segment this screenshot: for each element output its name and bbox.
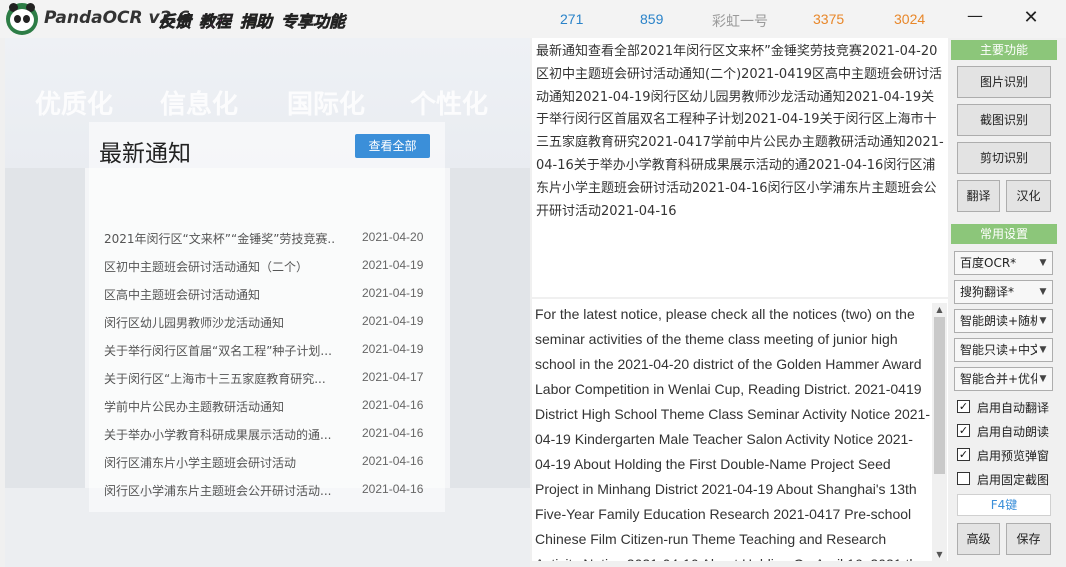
translation-scrollbar[interactable]: ▲ ▼ [932, 303, 947, 561]
settings-header: 常用设置 [951, 224, 1057, 244]
notice-item-title: 关于举办小学教育科研成果展示活动的通... [104, 428, 332, 442]
checkbox-checked: ✓ [957, 400, 970, 413]
notice-item[interactable]: 闵行区小学浦东片主题班会公开研讨活动... 2021-04-16 [104, 480, 436, 500]
stat-username: 彩虹一号 [712, 13, 768, 29]
background-slogan: 国际化 [287, 90, 366, 120]
ocr-result-text: 最新通知查看全部2021年闵行区文来杯”金锤奖劳技竞赛2021-04-20区初中… [536, 44, 944, 219]
close-button[interactable]: ✕ [1016, 6, 1046, 30]
notice-item[interactable]: 区初中主题班会研讨活动通知（二个） 2021-04-19 [104, 256, 436, 276]
chevron-down-icon: ▼ [1037, 281, 1049, 303]
notice-item-title: 关于闵行区“上海市十三五家庭教育研究... [104, 372, 326, 386]
notice-item[interactable]: 闵行区浦东片小学主题班会研讨活动 2021-04-16 [104, 452, 436, 472]
chevron-down-icon: ▼ [1037, 339, 1049, 361]
notice-item[interactable]: 关于举行闵行区首届“双名工程”种子计划... 2021-04-19 [104, 340, 436, 360]
read-mode-select[interactable]: 智能朗读+随机 ▼ [954, 309, 1053, 333]
notice-item-title: 区初中主题班会研讨活动通知（二个） [104, 260, 309, 274]
checkbox-checked: ✓ [957, 448, 970, 461]
notice-item-date: 2021-04-19 [362, 258, 424, 272]
notice-item-date: 2021-04-16 [362, 398, 424, 412]
chevron-down-icon: ▼ [1037, 310, 1049, 332]
stat-count-2: 859 [640, 11, 664, 27]
notice-item[interactable]: 学前中片公民办主题教研活动通知 2021-04-16 [104, 396, 436, 416]
image-ocr-button[interactable]: 图片识别 [957, 66, 1051, 98]
notice-item-date: 2021-04-19 [362, 342, 424, 356]
panda-logo-icon [6, 3, 38, 35]
donate-link[interactable]: 捐助 [240, 8, 273, 32]
notice-item[interactable]: 2021年闵行区“文来杯”“金锤奖”劳技竞赛... 2021-04-20 [104, 228, 436, 248]
notice-title: 最新通知 [99, 141, 191, 167]
tutorial-link[interactable]: 教程 [199, 8, 232, 32]
feedback-link[interactable]: 反馈 [159, 8, 192, 32]
title-bar: PandaOCR v2.6 反馈 教程 捐助 专享功能 271 859 彩虹一号… [0, 0, 1066, 38]
notice-item[interactable]: 关于闵行区“上海市十三五家庭教育研究... 2021-04-17 [104, 368, 436, 388]
minimize-button[interactable]: — [960, 6, 990, 30]
notice-item-date: 2021-04-16 [362, 426, 424, 440]
notice-item-date: 2021-04-20 [362, 230, 424, 244]
background-slogan: 信息化 [160, 90, 239, 120]
ocr-engine-value: 百度OCR* [960, 256, 1017, 270]
checkbox-label: 启用自动朗读 [977, 425, 1050, 439]
scroll-down-icon[interactable]: ▼ [932, 548, 947, 561]
notice-item-title: 闵行区小学浦东片主题班会公开研讨活动... [104, 484, 332, 498]
notice-item-title: 2021年闵行区“文来杯”“金锤奖”劳技竞赛... [104, 232, 334, 246]
view-all-button[interactable]: 查看全部 [355, 134, 430, 158]
chevron-down-icon: ▼ [1037, 368, 1049, 390]
checkbox-label: 启用固定截图 [977, 473, 1050, 487]
ocr-engine-select[interactable]: 百度OCR* ▼ [954, 251, 1053, 275]
clipboard-ocr-button[interactable]: 剪切识别 [957, 142, 1051, 174]
read-mode-value: 智能朗读+随机 [960, 314, 1043, 328]
stat-count-1: 271 [560, 11, 584, 27]
notice-item[interactable]: 关于举办小学教育科研成果展示活动的通... 2021-04-16 [104, 424, 436, 444]
notice-item-date: 2021-04-16 [362, 454, 424, 468]
stat-count-4: 3024 [894, 11, 926, 27]
premium-features-link[interactable]: 专享功能 [281, 8, 346, 32]
translation-text: For the latest notice, please check all … [535, 306, 931, 561]
notice-item-date: 2021-04-19 [362, 314, 424, 328]
ocr-result-textarea[interactable]: 最新通知查看全部2021年闵行区文来杯”金锤奖劳技竞赛2021-04-20区初中… [532, 38, 948, 297]
main-functions-header: 主要功能 [951, 40, 1057, 60]
checkbox-label: 启用预览弹窗 [977, 449, 1050, 463]
merge-mode-value: 智能合并+优化 [960, 372, 1043, 386]
scroll-up-icon[interactable]: ▲ [932, 303, 947, 316]
save-button[interactable]: 保存 [1006, 523, 1051, 555]
notice-item-date: 2021-04-17 [362, 370, 424, 384]
chevron-down-icon: ▼ [1037, 252, 1049, 274]
screenshot-ocr-button[interactable]: 截图识别 [957, 104, 1051, 136]
notice-panel: 最新通知 查看全部 2021年闵行区“文来杯”“金锤奖”劳技竞赛... 2021-… [89, 122, 445, 512]
control-sidebar: 主要功能 图片识别 截图识别 剪切识别 翻译 汉化 常用设置 百度OCR* ▼ 搜… [951, 38, 1057, 561]
notice-item[interactable]: 闵行区幼儿园男教师沙龙活动通知 2021-04-19 [104, 312, 436, 332]
advanced-button[interactable]: 高级 [957, 523, 1000, 555]
translation-textarea[interactable]: For the latest notice, please check all … [532, 299, 948, 561]
notice-item-title: 闵行区幼儿园男教师沙龙活动通知 [104, 316, 285, 330]
checkbox-unchecked [957, 472, 970, 485]
image-preview[interactable]: 优质化 信息化 国际化 个性化 最新通知 查看全部 2021年闵行区“文来杯”“… [5, 38, 530, 567]
chinese-button[interactable]: 汉化 [1006, 180, 1051, 212]
checkbox-checked: ✓ [957, 424, 970, 437]
translator-select[interactable]: 搜狗翻译* ▼ [954, 280, 1053, 304]
scroll-thumb[interactable] [934, 317, 945, 474]
checkbox-label: 启用自动翻译 [977, 401, 1050, 415]
read-only-select[interactable]: 智能只读+中文 ▼ [954, 338, 1053, 362]
stat-count-3: 3375 [813, 11, 845, 27]
notice-item-date: 2021-04-16 [362, 482, 424, 496]
notice-item[interactable]: 区高中主题班会研讨活动通知 2021-04-19 [104, 284, 436, 304]
notice-item-title: 关于举行闵行区首届“双名工程”种子计划... [104, 344, 332, 358]
notice-item-title: 区高中主题班会研讨活动通知 [104, 288, 261, 302]
background-slogan: 优质化 [35, 90, 114, 120]
hotkey-field[interactable]: F4键 [957, 494, 1051, 516]
translate-button[interactable]: 翻译 [957, 180, 1000, 212]
merge-mode-select[interactable]: 智能合并+优化 ▼ [954, 367, 1053, 391]
notice-item-title: 闵行区浦东片小学主题班会研讨活动 [104, 456, 297, 470]
translator-value: 搜狗翻译* [960, 285, 1015, 299]
notice-item-date: 2021-04-19 [362, 286, 424, 300]
read-only-value: 智能只读+中文 [960, 343, 1043, 357]
background-slogan: 个性化 [410, 90, 489, 120]
notice-item-title: 学前中片公民办主题教研活动通知 [104, 400, 285, 414]
